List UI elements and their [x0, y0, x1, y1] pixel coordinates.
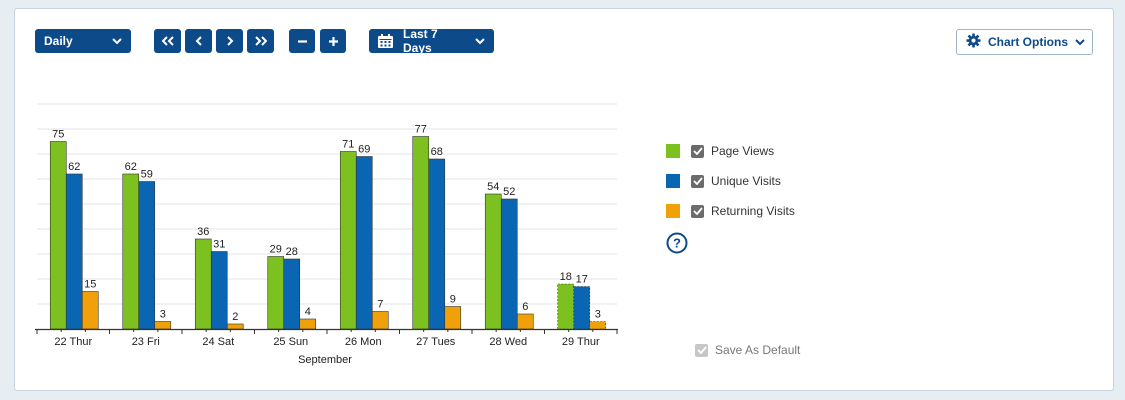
x-tick-label: 22 Thur [54, 336, 92, 348]
data-label: 69 [358, 144, 370, 156]
legend-item-returning-visits[interactable]: Returning Visits [666, 204, 795, 218]
legend-label-unique-visits: Unique Visits [711, 174, 781, 188]
data-label: 17 [576, 274, 588, 286]
legend-label-page-views: Page Views [711, 144, 775, 158]
gear-icon [966, 33, 981, 51]
data-label: 7 [377, 299, 383, 311]
bar-page-views[interactable] [49, 141, 67, 330]
data-label: 77 [415, 124, 427, 136]
chevron-down-icon [475, 37, 485, 45]
chart-options-label: Chart Options [988, 35, 1068, 49]
save-as-default-label: Save As Default [715, 343, 801, 357]
date-range-dropdown[interactable]: Last 7 Days [369, 27, 494, 55]
x-tick-label: 23 Fri [132, 336, 160, 348]
x-tick-label: 29 Thur [562, 336, 600, 348]
data-label: 3 [595, 309, 601, 321]
bar-page-views[interactable] [557, 283, 575, 330]
data-label: 75 [52, 129, 64, 141]
calendar-icon [378, 34, 393, 48]
minus-icon [297, 36, 308, 47]
save-as-default-option[interactable]: Save As Default [695, 343, 800, 357]
bar-returning-visits[interactable] [516, 313, 534, 330]
bar-returning-visits[interactable] [371, 311, 389, 330]
data-label: 18 [560, 271, 572, 283]
data-label: 59 [141, 169, 153, 181]
legend-swatch-unique-visits [666, 174, 680, 188]
data-label: 62 [68, 161, 80, 173]
bar-page-views[interactable] [194, 238, 212, 330]
x-tick-label: 28 Wed [489, 336, 527, 348]
data-label: 3 [160, 309, 166, 321]
x-tick-label: 24 Sat [202, 336, 234, 348]
bar-page-views[interactable] [267, 256, 285, 330]
zoom-in-button[interactable] [320, 29, 346, 53]
legend-swatch-page-views [666, 144, 680, 158]
chart-options-button[interactable]: Chart Options [956, 29, 1093, 55]
data-label: 36 [197, 226, 209, 238]
bar-unique-visits[interactable] [428, 158, 446, 330]
data-label: 54 [487, 181, 499, 193]
help-icon[interactable]: ? [666, 232, 688, 259]
double-chevron-right-icon [254, 36, 267, 46]
data-label: 2 [232, 311, 238, 323]
bar-unique-visits[interactable] [210, 251, 228, 330]
interval-dropdown[interactable]: Daily [35, 29, 131, 53]
x-axis-title: September [298, 354, 352, 366]
bar-page-views[interactable] [484, 193, 502, 330]
bar-returning-visits[interactable] [299, 318, 317, 330]
checkbox-unique-visits[interactable] [691, 174, 704, 188]
bar-unique-visits[interactable] [65, 173, 83, 330]
data-label: 52 [503, 186, 515, 198]
data-label: 62 [125, 161, 137, 173]
date-range-label: Last 7 Days [403, 27, 438, 55]
legend-label-returning-visits: Returning Visits [711, 204, 795, 218]
bar-unique-visits[interactable] [573, 286, 591, 330]
bar-page-views[interactable] [122, 173, 140, 330]
checkbox-page-views[interactable] [691, 144, 704, 158]
chevron-down-icon [112, 37, 122, 45]
data-label: 29 [270, 244, 282, 256]
last-page-button[interactable] [247, 29, 274, 53]
data-label: 6 [522, 301, 528, 313]
checkbox-returning-visits[interactable] [691, 204, 704, 218]
save-as-default-checkbox[interactable] [695, 343, 708, 357]
bar-returning-visits[interactable] [444, 306, 462, 330]
bar-returning-visits[interactable] [154, 321, 172, 330]
data-label: 68 [431, 146, 443, 158]
plus-icon [328, 36, 339, 47]
bar-returning-visits[interactable] [589, 321, 607, 330]
legend-swatch-returning-visits [666, 204, 680, 218]
bar-returning-visits[interactable] [81, 291, 99, 330]
data-label: 31 [213, 239, 225, 251]
bar-unique-visits[interactable] [500, 198, 518, 330]
x-tick-label: 26 Mon [345, 336, 382, 348]
bar-chart: 75621522 Thur6259323 Fri3631224 Sat29 284… [35, 103, 618, 366]
interval-dropdown-label: Daily [44, 34, 73, 48]
legend-item-page-views[interactable]: Page Views [666, 144, 774, 158]
first-page-button[interactable] [154, 29, 181, 53]
chevron-right-icon [226, 36, 234, 46]
chevron-down-icon [1075, 35, 1085, 49]
data-label: 4 [305, 306, 311, 318]
chart-panel: Daily Last 7 Days Chart Options 75 62 15… [14, 8, 1114, 391]
bar-returning-visits[interactable] [226, 323, 244, 330]
svg-text:?: ? [673, 236, 681, 251]
data-label: 15 [84, 279, 96, 291]
bar-page-views[interactable] [412, 136, 430, 330]
data-label: 28 [286, 246, 298, 258]
next-button[interactable] [216, 29, 243, 53]
bar-unique-visits[interactable] [138, 181, 156, 330]
bar-page-views[interactable] [339, 151, 357, 330]
chevron-left-icon [195, 36, 203, 46]
data-label: 71 [342, 139, 354, 151]
double-chevron-left-icon [161, 36, 174, 46]
zoom-out-button[interactable] [289, 29, 315, 53]
bar-unique-visits[interactable] [355, 156, 373, 330]
previous-button[interactable] [185, 29, 212, 53]
legend-item-unique-visits[interactable]: Unique Visits [666, 174, 781, 188]
bar-unique-visits[interactable] [283, 258, 301, 330]
data-label: 9 [450, 294, 456, 306]
x-tick-label: 25 Sun [273, 336, 308, 348]
x-tick-label: 27 Tues [416, 336, 456, 348]
